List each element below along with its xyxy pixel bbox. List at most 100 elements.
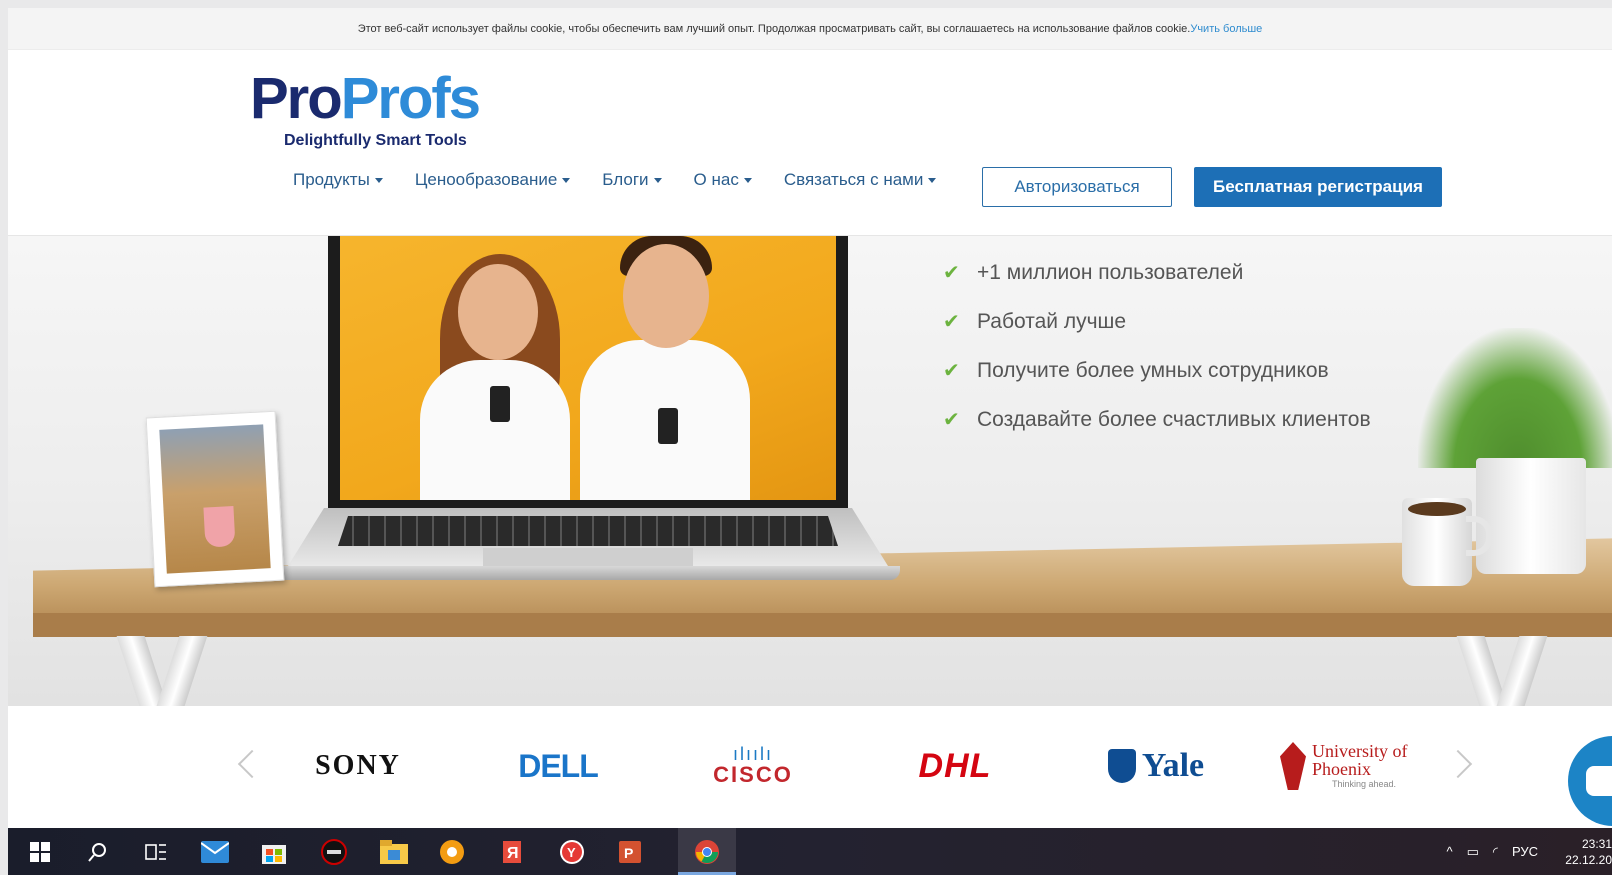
uop-line2: Phoenix [1312, 759, 1372, 779]
caret-down-icon [653, 177, 662, 183]
laptop-image [328, 236, 848, 514]
checkmark-icon: ✔ [943, 360, 960, 382]
yale-shield-icon [1107, 749, 1136, 783]
client-logo-yale: Yale [1094, 736, 1218, 796]
client-logo-university-of-phoenix: University of Phoenix Thinking ahead. [1280, 736, 1412, 796]
benefit-item: ✔ Получите более умных сотрудников [943, 346, 1371, 395]
nav-pricing[interactable]: Ценообразование [414, 170, 571, 190]
cookie-banner: Этот веб-сайт использует файлы cookie, ч… [8, 8, 1612, 50]
svg-text:P: P [624, 845, 633, 861]
clock[interactable]: 23:31 22.12.20 [1552, 836, 1612, 868]
person-head [623, 244, 709, 348]
coffee [1408, 502, 1466, 516]
svg-text:Я: Я [507, 845, 519, 862]
dog-tongue [203, 506, 236, 548]
nav-contact-label: Связаться с нами [783, 170, 924, 189]
file-explorer-icon[interactable] [380, 838, 408, 866]
chat-bubble-icon [1586, 766, 1612, 796]
windows-start-icon[interactable] [26, 838, 54, 866]
windows-taskbar: Я Y P ^ ▭ ◜ РУС 23:31 22.12.20 [8, 828, 1612, 875]
chevron-up-icon[interactable]: ^ [1447, 844, 1453, 859]
logo-tagline: Delightfully Smart Tools [284, 132, 467, 149]
asus-app-icon[interactable] [320, 838, 348, 866]
benefit-text: Работай лучше [977, 309, 1127, 333]
benefit-text: Получите более умных сотрудников [977, 358, 1329, 382]
benefit-item: ✔ +1 миллион пользователей [943, 248, 1371, 297]
system-tray: ^ ▭ ◜ РУС 23:31 22.12.20 [1433, 828, 1612, 875]
laptop-trackpad [483, 548, 693, 566]
cookie-learn-more-link[interactable]: Учить больше [1190, 23, 1262, 35]
clock-time: 23:31 [1581, 836, 1612, 851]
checkmark-icon: ✔ [943, 262, 960, 284]
benefit-item: ✔ Создавайте более счастливых клиентов [943, 395, 1371, 444]
main-nav: Продукты Ценообразование Блоги О нас Свя… [293, 160, 968, 200]
nav-products-label: Продукты [293, 170, 370, 189]
checkmark-icon: ✔ [943, 311, 960, 333]
app-gear-icon[interactable] [438, 838, 466, 866]
yandex-browser-icon[interactable]: Я [498, 838, 526, 866]
plant-image [1418, 328, 1612, 468]
store-app-icon[interactable] [260, 838, 288, 866]
client-logos-carousel: SONY DELL ılıılı CISCO DHL Yale Universi… [8, 706, 1612, 828]
battery-icon[interactable]: ▭ [1467, 844, 1479, 860]
smartphone [658, 408, 678, 444]
task-view-icon[interactable] [142, 838, 170, 866]
nav-about[interactable]: О нас [694, 170, 752, 190]
nav-products[interactable]: Продукты [293, 170, 383, 190]
photo-frame-image [145, 410, 285, 588]
chrome-icon[interactable] [693, 838, 721, 866]
laptop-base [276, 566, 900, 580]
proprofs-logo[interactable]: ProProfs Delightfully Smart Tools [250, 70, 500, 150]
carousel-prev-arrow-icon[interactable] [237, 749, 267, 779]
laptop-display-photo [340, 236, 836, 500]
benefit-item: ✔ Работай лучше [943, 297, 1371, 346]
mail-app-icon[interactable] [201, 838, 229, 866]
desk-edge [33, 613, 1612, 637]
caret-down-icon [928, 177, 937, 183]
nav-contact[interactable]: Связаться с нами [784, 170, 937, 190]
caret-down-icon [562, 177, 571, 183]
smartphone [490, 386, 510, 422]
chat-widget-button[interactable] [1568, 736, 1612, 826]
nav-pricing-label: Ценообразование [414, 170, 558, 189]
wifi-icon[interactable]: ◜ [1493, 844, 1498, 860]
desk-leg [1496, 636, 1548, 706]
client-logo-dell: DELL [518, 747, 599, 784]
dog-photo [159, 424, 271, 574]
desk-leg [156, 636, 208, 706]
browser-viewport: Этот веб-сайт использует файлы cookie, ч… [8, 8, 1612, 828]
hero-banner: ✔ +1 миллион пользователей ✔ Работай лучше… [8, 236, 1612, 706]
carousel-next-arrow-icon[interactable] [1443, 749, 1473, 779]
login-button[interactable]: Авторизоваться [982, 167, 1172, 207]
powerpoint-icon[interactable]: P [616, 838, 644, 866]
cisco-bars-icon: ılıılı [732, 744, 773, 764]
client-logo-sony: SONY [315, 750, 401, 781]
nav-blogs[interactable]: Блоги [602, 170, 662, 190]
nav-blogs-label: Блоги [602, 170, 649, 189]
person-woman [420, 360, 570, 500]
search-icon[interactable] [84, 838, 112, 866]
nav-about-label: О нас [693, 170, 739, 189]
clock-date: 22.12.20 [1565, 852, 1612, 867]
yale-wordmark: Yale [1141, 747, 1205, 784]
logo-pro: Pro [250, 66, 343, 131]
checkmark-icon: ✔ [943, 409, 960, 431]
input-language[interactable]: РУС [1512, 844, 1538, 859]
yandex-icon[interactable]: Y [558, 838, 586, 866]
signup-button[interactable]: Бесплатная регистрация [1194, 167, 1442, 207]
cookie-text: Этот веб-сайт использует файлы cookie, ч… [357, 23, 1191, 35]
phoenix-bird-icon [1280, 742, 1306, 790]
client-logo-dhl: DHL [918, 746, 992, 785]
person-head [458, 264, 538, 360]
logo-profs: Profs [340, 66, 481, 131]
plant-pot [1476, 458, 1586, 574]
laptop-keys [338, 516, 838, 546]
site-header: ProProfs Delightfully Smart Tools Продук… [8, 50, 1612, 236]
benefit-text: Создавайте более счастливых клиентов [977, 407, 1371, 431]
benefit-text: +1 миллион пользователей [977, 260, 1244, 284]
cisco-wordmark: CISCO [713, 762, 793, 787]
uop-tagline: Thinking ahead. [1332, 779, 1397, 789]
caret-down-icon [743, 177, 752, 183]
caret-down-icon [374, 177, 383, 183]
uop-line1: University of [1312, 741, 1408, 761]
